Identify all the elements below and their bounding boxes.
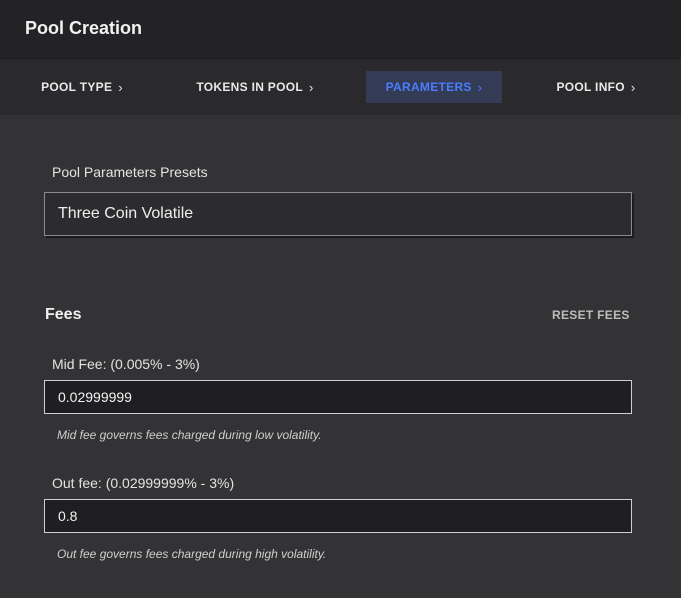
presets-label: Pool Parameters Presets [52,164,208,180]
tab-label: POOL INFO [556,80,625,94]
out-fee-input[interactable] [45,500,631,532]
page-title: Pool Creation [25,18,143,38]
tab-label: TOKENS IN POOL [196,80,304,94]
tab-label: POOL TYPE [41,80,113,94]
tab-tokens-in-pool[interactable]: TOKENS IN POOL › [186,71,324,103]
tab-pool-info[interactable]: POOL INFO › [546,71,646,103]
reset-fees-button[interactable]: RESET FEES [552,308,630,322]
presets-select[interactable]: Three Coin Volatile [44,192,632,236]
app-header: Pool Creation [0,0,681,59]
tab-label: PARAMETERS [385,80,472,94]
mid-fee-input[interactable] [45,381,631,413]
chevron-right-icon: › [118,79,123,95]
step-tabs: POOL TYPE › TOKENS IN POOL › PARAMETERS … [0,59,681,115]
out-fee-label: Out fee: (0.02999999% - 3%) [52,475,235,491]
fees-section-title: Fees [45,306,82,323]
tab-pool-type[interactable]: POOL TYPE › [30,71,134,103]
mid-fee-field-wrapper [44,380,632,414]
mid-fee-label: Mid Fee: (0.005% - 3%) [52,356,200,372]
chevron-right-icon: › [630,79,636,95]
tab-parameters[interactable]: PARAMETERS › [366,71,502,103]
presets-selected-value: Three Coin Volatile [58,205,194,222]
chevron-right-icon: › [309,79,314,95]
out-fee-hint: Out fee governs fees charged during high… [57,547,327,561]
out-fee-field-wrapper [44,499,632,533]
chevron-right-icon: › [477,79,483,95]
mid-fee-hint: Mid fee governs fees charged during low … [57,428,322,442]
